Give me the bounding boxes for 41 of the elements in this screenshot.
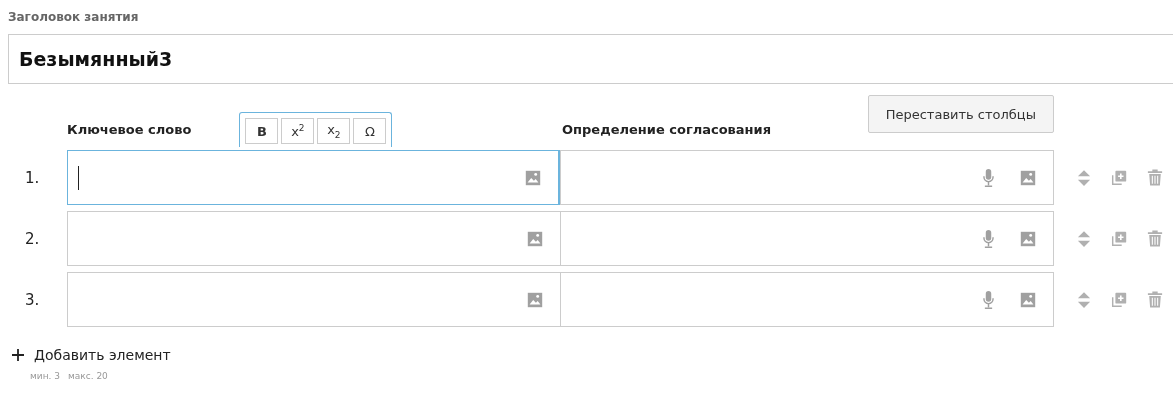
definition-field[interactable]: [560, 272, 1054, 327]
keyword-field[interactable]: [67, 211, 560, 266]
microphone-icon[interactable]: [982, 289, 995, 310]
reorder-icon[interactable]: [1077, 168, 1091, 187]
reorder-icon[interactable]: [1077, 290, 1091, 309]
image-icon[interactable]: [1019, 290, 1037, 309]
limit-text: макс. 20: [68, 371, 108, 381]
image-icon[interactable]: [526, 229, 544, 248]
format-button[interactable]: B: [245, 118, 279, 144]
row-number: 2.: [24, 229, 41, 248]
column-heading: Ключевое слово: [67, 122, 192, 139]
add-element-button[interactable]: Добавить элемент: [8, 347, 171, 363]
field-label: Заголовок занятия: [8, 9, 140, 26]
row-number: 1.: [24, 168, 41, 187]
definition-field[interactable]: [560, 150, 1054, 205]
duplicate-icon[interactable]: [1110, 229, 1128, 248]
image-icon[interactable]: [1019, 229, 1037, 248]
image-icon[interactable]: [526, 290, 544, 309]
delete-icon[interactable]: [1147, 229, 1163, 248]
definition-field[interactable]: [560, 211, 1054, 266]
plus-icon[interactable]: [12, 349, 24, 361]
image-icon[interactable]: [1019, 168, 1037, 187]
title-field[interactable]: Безымянный3: [8, 34, 1173, 84]
keyword-field[interactable]: [67, 150, 560, 205]
keyword-field[interactable]: [67, 272, 560, 327]
format-button[interactable]: x$^{2}$: [281, 118, 315, 144]
duplicate-icon[interactable]: [1110, 168, 1128, 187]
row-number: 3.: [24, 290, 41, 309]
column-heading: Определение согласования: [562, 122, 772, 139]
swap-columns-button[interactable]: Переставить столбцы: [867, 95, 1054, 133]
text-cursor: [78, 165, 79, 190]
format-button[interactable]: x$_{2}$: [317, 118, 351, 144]
format-button[interactable]: Ω: [353, 118, 387, 144]
delete-icon[interactable]: [1147, 168, 1163, 187]
duplicate-icon[interactable]: [1110, 290, 1128, 309]
limit-text: мин. 3: [30, 371, 60, 381]
image-icon[interactable]: [524, 168, 542, 187]
reorder-icon[interactable]: [1077, 229, 1091, 248]
microphone-icon[interactable]: [982, 167, 995, 188]
microphone-icon[interactable]: [982, 228, 995, 249]
delete-icon[interactable]: [1147, 290, 1163, 309]
